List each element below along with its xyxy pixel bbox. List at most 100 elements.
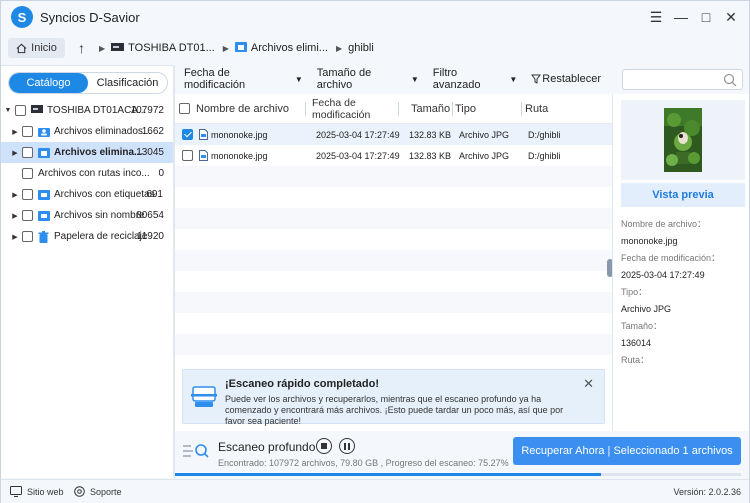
- row-path: D:/ghibli: [528, 150, 561, 161]
- breadcrumb-deleted[interactable]: Archivos elimi...: [251, 42, 328, 54]
- breadcrumb-folder[interactable]: ghibli: [348, 42, 374, 54]
- chevron-right-icon[interactable]: ▶: [11, 233, 19, 241]
- meta-date-value: 2025-03-04 17:27:49: [621, 270, 705, 280]
- home-button[interactable]: Inicio: [8, 38, 65, 58]
- tree-item-incomplete-paths[interactable]: Archivos con rutas inco... 0: [1, 163, 173, 184]
- menu-icon[interactable]: ☰: [644, 5, 668, 29]
- title-bar: S Syncios D-Savior ☰ — □ ✕: [1, 1, 749, 33]
- meta-name: Nombre de archivo： mononoke.jpg: [621, 217, 706, 246]
- app-window: S Syncios D-Savior ☰ — □ ✕ Inicio ↑ ▶ TO…: [0, 0, 750, 503]
- search-input[interactable]: [622, 69, 743, 90]
- tree-label: Archivos eliminados...: [54, 126, 152, 137]
- maximize-icon[interactable]: □: [694, 5, 718, 29]
- image-thumbnail-icon: [664, 108, 702, 172]
- filter-date-dropdown[interactable]: Fecha de modificación ▼: [184, 67, 303, 91]
- column-separator[interactable]: [521, 102, 522, 116]
- recycle-bin-icon: [38, 231, 50, 243]
- meta-size-value: 136014: [621, 338, 652, 348]
- close-icon[interactable]: ✕: [719, 5, 743, 29]
- support-link[interactable]: Soporte: [74, 486, 122, 497]
- close-icon[interactable]: ✕: [583, 376, 594, 392]
- tree-item-recycle-bin[interactable]: ▶ Papelera de reciclaje 11920: [1, 226, 173, 247]
- tree-count: 107972: [130, 105, 164, 116]
- select-all-checkbox[interactable]: [179, 103, 190, 114]
- pause-icon[interactable]: [339, 438, 355, 454]
- tree-item-unnamed[interactable]: ▶ Archivos sin nombre 80654: [1, 205, 173, 226]
- caret-down-icon: ▼: [410, 74, 419, 84]
- search-icon[interactable]: [723, 73, 737, 87]
- chevron-right-icon[interactable]: ▶: [11, 191, 19, 199]
- tree-count: 1662: [141, 126, 164, 137]
- meta-date: Fecha de modificación： 2025-03-04 17:27:…: [621, 251, 720, 280]
- tree-item-drive[interactable]: ▼ TOSHIBA DT01ACA... 107972: [1, 100, 173, 121]
- tree-item-deleted-user[interactable]: ▶ Archivos eliminados... 1662: [1, 121, 173, 142]
- row-checkbox[interactable]: [182, 129, 193, 140]
- breadcrumb-drive[interactable]: TOSHIBA DT01...: [128, 42, 215, 54]
- tree-label: Archivos con etiquetas: [54, 189, 155, 200]
- tab-classification[interactable]: Clasificación: [88, 73, 167, 93]
- row-path: D:/ghibli: [528, 129, 561, 140]
- stop-icon[interactable]: [316, 438, 332, 454]
- reset-label: Restablecer: [542, 73, 601, 85]
- minimize-icon[interactable]: —: [669, 5, 693, 29]
- table-row[interactable]: mononoke.jpg 2025-03-04 17:27:49 132.83 …: [175, 124, 612, 145]
- support-icon: [74, 486, 85, 497]
- unnamed-folder-icon: [38, 210, 50, 221]
- website-label: Sitio web: [27, 486, 64, 497]
- recover-now-button[interactable]: Recuperar Ahora | Seleccionado 1 archivo…: [513, 437, 741, 465]
- column-type[interactable]: Tipo: [455, 94, 476, 124]
- scan-progress-bar: [175, 473, 741, 476]
- filter-size-dropdown[interactable]: Tamaño de archivo ▼: [317, 67, 419, 91]
- column-size[interactable]: Tamaño: [411, 94, 450, 124]
- tree-checkbox[interactable]: [22, 210, 33, 221]
- reset-button[interactable]: Restablecer: [531, 73, 601, 85]
- tree-count: 691: [146, 189, 163, 200]
- tree-checkbox[interactable]: [22, 126, 33, 137]
- table-row[interactable]: mononoke.jpg 2025-03-04 17:27:49 132.83 …: [175, 145, 612, 166]
- tree-checkbox[interactable]: [22, 231, 33, 242]
- tree-item-tagged[interactable]: ▶ Archivos con etiquetas 691: [1, 184, 173, 205]
- column-separator[interactable]: [452, 102, 453, 116]
- home-icon: [16, 43, 27, 53]
- row-type: Archivo JPG: [459, 150, 510, 161]
- chevron-right-icon[interactable]: ▶: [11, 128, 19, 136]
- tree-count: 13045: [136, 147, 164, 158]
- column-separator[interactable]: [305, 102, 306, 116]
- chevron-right-icon[interactable]: ▶: [11, 212, 19, 220]
- catalog-pane: Catálogo Clasificación ▼ TOSHIBA DT01ACA…: [1, 65, 173, 478]
- column-path[interactable]: Ruta: [525, 94, 548, 124]
- column-date[interactable]: Fecha de modificación: [312, 94, 382, 124]
- meta-size: Tamaño： 136014: [621, 319, 662, 348]
- filter-date-label: Fecha de modificación: [184, 67, 246, 91]
- catalog-tabs: Catálogo Clasificación: [8, 72, 168, 94]
- chevron-right-icon[interactable]: ▶: [11, 149, 19, 157]
- tree-label: Archivos con rutas inco...: [38, 168, 150, 179]
- folder-tree: ▼ TOSHIBA DT01ACA... 107972 ▶ Archivos e…: [1, 100, 173, 247]
- chevron-down-icon[interactable]: ▼: [4, 107, 12, 114]
- file-list-header: Nombre de archivo Fecha de modificación …: [175, 94, 612, 124]
- meta-name-value: mononoke.jpg: [621, 236, 678, 246]
- chevron-right-icon: ▶: [99, 43, 106, 53]
- breadcrumb: ▶ TOSHIBA DT01... ▶ Archivos elimi... ▶ …: [99, 41, 374, 55]
- meta-size-key: Tamaño：: [621, 321, 663, 331]
- up-arrow-icon[interactable]: ↑: [78, 40, 85, 56]
- website-link[interactable]: Sitio web: [10, 486, 64, 497]
- tab-catalog[interactable]: Catálogo: [9, 73, 88, 93]
- tree-checkbox[interactable]: [15, 105, 26, 116]
- banner-text: Puede ver los archivos y recuperarlos, m…: [225, 394, 564, 426]
- drive-icon: [111, 42, 125, 54]
- preview-button[interactable]: Vista previa: [621, 183, 745, 207]
- column-separator[interactable]: [398, 102, 399, 116]
- tree-checkbox[interactable]: [22, 189, 33, 200]
- filter-advanced-dropdown[interactable]: Filtro avanzado ▼: [433, 67, 518, 91]
- tree-checkbox[interactable]: [22, 147, 33, 158]
- banner-title: ¡Escaneo rápido completado!: [225, 378, 380, 390]
- scan-label: Escaneo profundo: [218, 440, 316, 454]
- row-type: Archivo JPG: [459, 129, 510, 140]
- row-checkbox[interactable]: [182, 150, 193, 161]
- column-name[interactable]: Nombre de archivo: [196, 94, 289, 124]
- meta-type-key: Tipo：: [621, 287, 648, 297]
- tree-checkbox[interactable]: [22, 168, 33, 179]
- tree-item-deleted-files[interactable]: ▶ Archivos elimina... 13045: [1, 142, 173, 163]
- deleted-folder-icon: [234, 41, 247, 55]
